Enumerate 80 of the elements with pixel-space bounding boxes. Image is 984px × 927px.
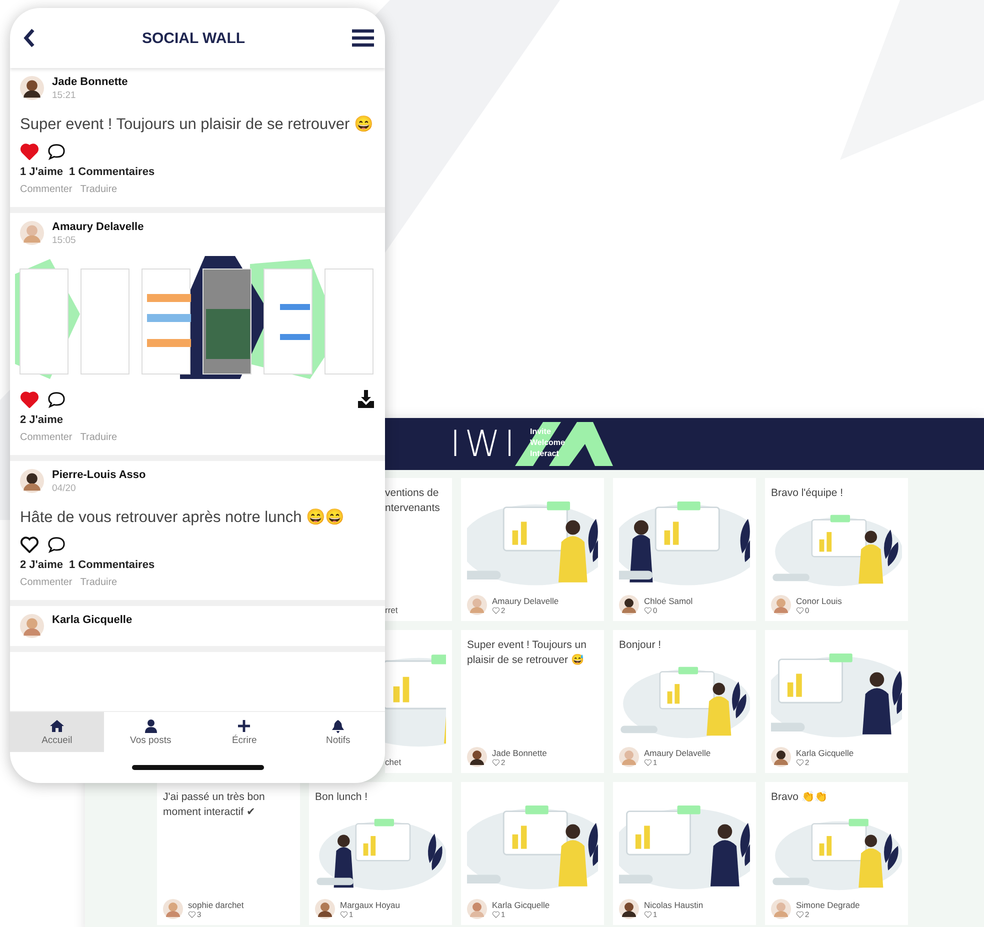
author-name: Karla Gicquelle [52,614,132,626]
logo-icon [512,422,613,466]
avatar [20,76,44,100]
author-name: Jade Bonnette [52,76,128,88]
author-name: Chloé Samol [644,596,693,606]
comment-icon[interactable] [47,143,66,160]
nav-tab[interactable]: Notifs [291,712,385,752]
like-count: 2 J'aime [20,559,63,571]
heart-icon [492,910,500,918]
avatar [771,595,791,615]
bell-icon [330,718,346,732]
post-card[interactable]: chet [385,630,452,773]
heart-icon [644,758,652,766]
plus-icon [236,718,252,732]
author-name: Jade Bonnette [492,748,547,758]
home-icon [48,718,65,732]
avatar [619,747,639,767]
comment-count: 1 Commentaires [68,559,155,571]
post-time: 04/20 [52,483,77,494]
author-name: Amaury Delavelle [492,596,559,606]
avatar [467,899,487,919]
heart-icon[interactable] [20,536,39,553]
user-icon [142,718,159,732]
avatar [20,469,44,493]
avatar [619,595,639,615]
author-name: Karla Gicquelle [492,900,550,910]
nav-tab[interactable]: Écrire [198,712,292,752]
author-name: sophie darchet [188,900,244,910]
card-message: Bravo 👏👏 [771,790,828,805]
heart-icon [340,910,348,918]
avatar [771,747,791,767]
heart-icon [644,910,652,918]
card-message: Super event ! Toujours un plaisir de se retrouver 😅 [467,638,588,668]
menu-icon[interactable] [351,28,375,48]
post-message: Super event ! Toujours un plaisir de se retrouver 😄 [20,114,374,135]
avatar [315,899,335,919]
author-name: Conor Louis [796,596,842,606]
author-name: Simone Degrade [796,900,860,910]
card-message: ventions de ntervenants [385,486,441,516]
card-message: J'ai passé un très bon moment interactif ✔ [163,790,266,820]
heart-icon [796,910,804,918]
author-name: Amaury Delavelle [644,748,711,758]
avatar [163,899,183,919]
heart-icon [492,606,500,614]
author-name: Margaux Hoyau [340,900,400,910]
author-name: Karla Gicquelle [796,748,854,758]
avatar [467,747,487,767]
author-name: Amaury Delavelle [52,221,144,233]
avatar [20,221,44,245]
download-icon[interactable] [357,390,375,408]
screen-title: SOCIAL WALL [142,30,246,46]
heart-icon [188,910,196,918]
author-name: rret [385,605,398,615]
like-count: 2 J'aime [20,414,63,426]
post-time: 15:05 [52,235,77,246]
post-time: 15:21 [52,90,77,101]
card-message: Bon lunch ! [315,790,369,805]
comment-count: 1 Commentaires [68,166,155,178]
avatar [467,595,487,615]
logo-text: IWI [450,424,519,464]
author-name: chet [385,757,402,767]
nav-tab[interactable]: Accueil [10,712,104,752]
heart-icon [796,606,804,614]
card-message: Bravo l'équipe ! [771,486,844,501]
author-name: Pierre-Louis Asso [52,469,146,481]
author-name: Nicolas Haustin [644,900,704,910]
avatar [20,614,44,638]
post-card[interactable]: ventions de ntervenants rret [385,478,452,621]
heart-icon [796,758,804,766]
post-message: Hâte de vous retrouver après notre lunch 😄😄 [20,508,346,528]
nav-tab[interactable]: Vos posts [104,712,198,752]
heart-icon [492,758,500,766]
avatar [619,899,639,919]
like-count: 1 J'aime [20,166,63,178]
comment-icon[interactable] [47,536,66,553]
comment-icon[interactable] [47,390,66,408]
avatar [771,899,791,919]
card-message: Bonjour ! [619,638,662,653]
heart-icon [644,606,652,614]
back-icon[interactable] [22,27,36,49]
